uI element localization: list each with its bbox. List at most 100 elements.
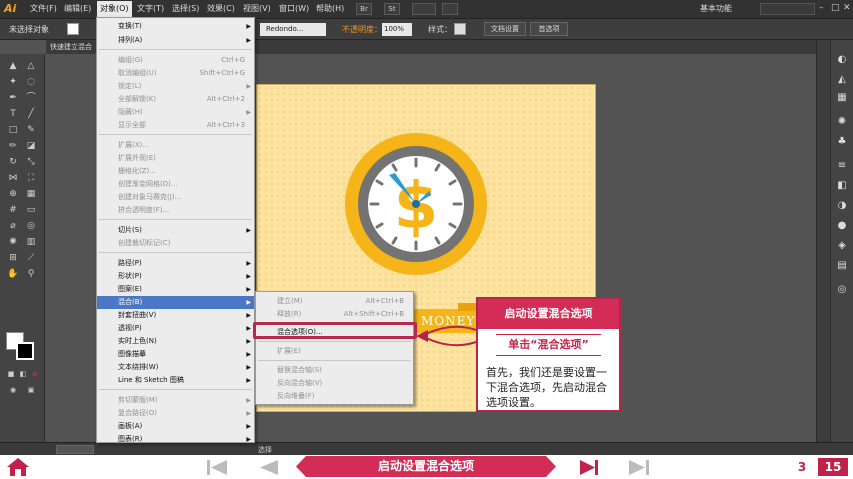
- menu-select[interactable]: 选择(S): [172, 3, 199, 14]
- last-page-icon[interactable]: [628, 459, 650, 476]
- draw-mode-icon[interactable]: ◉: [6, 384, 20, 396]
- object-menu-item[interactable]: 扩展(X)...: [97, 139, 254, 152]
- fill-swatch[interactable]: [67, 23, 79, 35]
- maximize-icon[interactable]: □: [831, 3, 840, 13]
- object-menu-item[interactable]: 变换(T) ▶: [97, 20, 254, 33]
- style-swatch[interactable]: [454, 23, 466, 35]
- object-menu-item[interactable]: 扩展外观(E): [97, 152, 254, 165]
- blend-menu-item[interactable]: 反向堆叠(F): [256, 390, 413, 402]
- opacity-label[interactable]: 不透明度：: [342, 24, 382, 35]
- object-menu-item[interactable]: 排列(A) ▶: [97, 34, 254, 47]
- symbol-sprayer-tool-icon[interactable]: ✺: [6, 236, 20, 248]
- blend-tool-icon[interactable]: ◎: [24, 220, 38, 232]
- swatches-panel-icon[interactable]: ▦: [835, 92, 849, 104]
- object-menu-item[interactable]: 路径(P) ▶: [97, 257, 254, 270]
- brushes-panel-icon[interactable]: ✺: [835, 116, 849, 128]
- object-menu-item[interactable]: 图表(R) ▶: [97, 433, 254, 446]
- object-menu-item[interactable]: 创建对象马赛克(J)...: [97, 191, 254, 204]
- previous-page-icon[interactable]: [258, 459, 280, 476]
- close-icon[interactable]: ✕: [843, 3, 851, 13]
- screen-mode-icon[interactable]: ▣: [24, 384, 38, 396]
- object-menu-item[interactable]: 实时上色(N) ▶: [97, 335, 254, 348]
- mesh-tool-icon[interactable]: #: [6, 204, 20, 216]
- object-menu-item[interactable]: 编组(G) Ctrl+G: [97, 54, 254, 67]
- stroke-panel-icon[interactable]: ≡: [835, 160, 849, 172]
- document-setup-button[interactable]: 文档设置: [484, 22, 526, 36]
- perspective-grid-tool-icon[interactable]: ▦: [24, 188, 38, 200]
- blend-menu-item[interactable]: 扩展(E): [256, 345, 413, 357]
- menu-file[interactable]: 文件(F): [30, 3, 57, 14]
- object-menu-item[interactable]: 切片(S) ▶: [97, 224, 254, 237]
- artboard-tool-icon[interactable]: ⊞: [6, 252, 20, 264]
- object-menu-item[interactable]: 创建裁切标记(C): [97, 237, 254, 250]
- symbols-panel-icon[interactable]: ♣: [835, 136, 849, 148]
- column-graph-tool-icon[interactable]: ▥: [24, 236, 38, 248]
- direct-selection-tool-icon[interactable]: △: [24, 60, 38, 72]
- zoom-tool-icon[interactable]: ⚲: [24, 268, 38, 280]
- object-menu-item[interactable]: 创建渐变网格(D)...: [97, 178, 254, 191]
- home-icon[interactable]: [6, 457, 30, 477]
- type-tool-icon[interactable]: T: [6, 108, 20, 120]
- gradient-tool-icon[interactable]: ▭: [24, 204, 38, 216]
- free-transform-tool-icon[interactable]: ⛶: [24, 172, 38, 184]
- object-menu-item[interactable]: 图像描摹 ▶: [97, 348, 254, 361]
- magic-wand-tool-icon[interactable]: ✦: [6, 76, 20, 88]
- hand-tool-icon[interactable]: ✋: [6, 268, 20, 280]
- menu-effect[interactable]: 效果(C): [207, 3, 235, 14]
- search-input[interactable]: [760, 3, 815, 15]
- object-menu-item[interactable]: 形状(P) ▶: [97, 270, 254, 283]
- object-menu-item[interactable]: 混合(B) ▶: [97, 296, 254, 309]
- opacity-input[interactable]: 100%: [382, 23, 412, 36]
- eraser-tool-icon[interactable]: ◪: [24, 140, 38, 152]
- blend-menu-item[interactable]: 释放(R) Alt+Shift+Ctrl+B: [256, 308, 413, 320]
- rotate-tool-icon[interactable]: ↻: [6, 156, 20, 168]
- rectangle-tool-icon[interactable]: □: [6, 124, 20, 136]
- pen-tool-icon[interactable]: ✒: [6, 92, 20, 104]
- lasso-tool-icon[interactable]: ◌: [24, 76, 38, 88]
- object-menu-item[interactable]: 画板(A) ▶: [97, 420, 254, 433]
- scale-tool-icon[interactable]: ⤡: [24, 156, 38, 168]
- paintbrush-tool-icon[interactable]: ✎: [24, 124, 38, 136]
- workspace-switcher[interactable]: 基本功能: [700, 3, 732, 14]
- color-guide-icon[interactable]: ◭: [835, 74, 849, 86]
- object-menu-item[interactable]: 文本绕排(W) ▶: [97, 361, 254, 374]
- stroke-color-swatch[interactable]: [16, 342, 34, 360]
- menu-window[interactable]: 窗口(W): [279, 3, 309, 14]
- menu-object[interactable]: 对象(O): [97, 1, 132, 17]
- object-menu-item[interactable]: 全部解锁(K) Alt+Ctrl+2: [97, 93, 254, 106]
- object-menu-item[interactable]: 栅格化(Z)...: [97, 165, 254, 178]
- none-mode-icon[interactable]: ⊘: [28, 368, 42, 380]
- object-menu-item[interactable]: 复合路径(O) ▶: [97, 407, 254, 420]
- object-menu-item[interactable]: 取消编组(U) Shift+Ctrl+G: [97, 67, 254, 80]
- layers-panel-icon[interactable]: ◈: [835, 240, 849, 252]
- color-panel-icon[interactable]: ◐: [835, 54, 849, 66]
- object-menu-item[interactable]: 锁定(L) ▶: [97, 80, 254, 93]
- bridge-button[interactable]: Br: [356, 3, 372, 15]
- transparency-panel-icon[interactable]: ◑: [835, 200, 849, 212]
- object-menu-item[interactable]: 剪切蒙版(M) ▶: [97, 394, 254, 407]
- shape-builder-tool-icon[interactable]: ⊕: [6, 188, 20, 200]
- menu-edit[interactable]: 编辑(E): [64, 3, 91, 14]
- preferences-button[interactable]: 首选项: [530, 22, 568, 36]
- next-page-icon[interactable]: [578, 459, 600, 476]
- blend-menu-item[interactable]: 建立(M) Alt+Ctrl+B: [256, 295, 413, 307]
- gradient-panel-icon[interactable]: ◧: [835, 180, 849, 192]
- layout-button[interactable]: [442, 3, 458, 15]
- pencil-tool-icon[interactable]: ✏: [6, 140, 20, 152]
- artboards-panel-icon[interactable]: ▤: [835, 260, 849, 272]
- object-menu-item[interactable]: 图案(E) ▶: [97, 283, 254, 296]
- eyedropper-tool-icon[interactable]: ⌀: [6, 220, 20, 232]
- object-menu-item[interactable]: 隐藏(H) ▶: [97, 106, 254, 119]
- object-menu-item[interactable]: 拼合透明度(F)...: [97, 204, 254, 217]
- curvature-tool-icon[interactable]: ⌒: [24, 92, 38, 104]
- object-menu-item[interactable]: 封套扭曲(V) ▶: [97, 309, 254, 322]
- menu-view[interactable]: 视图(V): [243, 3, 271, 14]
- panel-collapse-strip[interactable]: [816, 40, 830, 442]
- menu-help[interactable]: 帮助(H): [316, 3, 344, 14]
- minimize-icon[interactable]: –: [819, 3, 824, 13]
- selection-tool-icon[interactable]: ▲: [6, 60, 20, 72]
- zoom-level-dropdown[interactable]: [56, 445, 94, 454]
- blend-menu-item[interactable]: 替换混合轴(S): [256, 364, 413, 376]
- object-menu-item[interactable]: Line 和 Sketch 图稿 ▶: [97, 374, 254, 387]
- stock-button[interactable]: St: [384, 3, 400, 15]
